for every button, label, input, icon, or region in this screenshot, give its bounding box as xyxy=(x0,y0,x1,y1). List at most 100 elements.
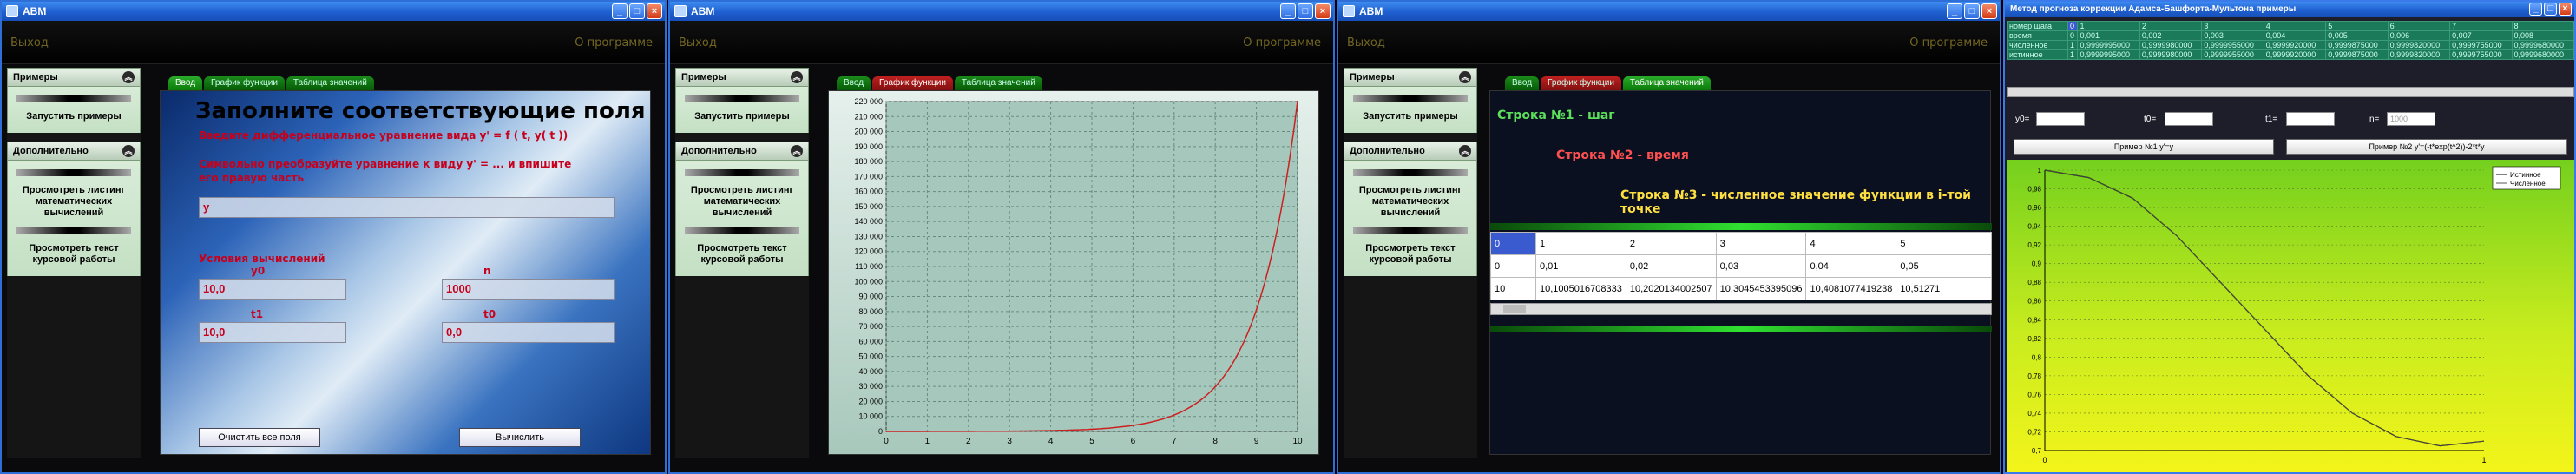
chevron-up-icon[interactable]: ︽ xyxy=(122,71,135,83)
chevron-up-icon[interactable]: ︽ xyxy=(1459,71,1471,83)
title-bar[interactable]: АВМ _ □ × xyxy=(1338,2,2000,21)
table-cell[interactable]: 10,4081077419238 xyxy=(1805,277,1897,300)
table-cell[interactable]: численное xyxy=(2007,40,2068,50)
table-cell[interactable]: истинное xyxy=(2007,49,2068,60)
table-cell[interactable]: 0,9999755000 xyxy=(2449,49,2513,60)
minimize-button[interactable]: _ xyxy=(1947,3,1962,19)
t1-field[interactable]: 10,0 xyxy=(199,322,346,343)
table-cell[interactable]: 0,001 xyxy=(2077,30,2140,41)
table-cell[interactable]: 3 xyxy=(2201,21,2264,31)
table-cell[interactable]: 10,1005016708333 xyxy=(1535,277,1626,300)
table-cell[interactable]: 0,9999995000 xyxy=(2077,49,2140,60)
tab-input[interactable]: Ввод xyxy=(168,76,203,90)
table-cell[interactable]: 1 xyxy=(2067,49,2079,60)
table-cell[interactable]: 0,01 xyxy=(1535,254,1626,278)
table-cell[interactable]: 0,9999820000 xyxy=(2387,40,2451,50)
table-cell[interactable]: 5 xyxy=(1896,232,1992,255)
view-listing-link[interactable]: Просмотреть листинг математических вычис… xyxy=(1348,180,1473,224)
title-bar[interactable]: Метод прогноза коррекции Адамса-Башфорта… xyxy=(2005,2,2574,17)
sidebar-section-additional[interactable]: Дополнительно ︽ xyxy=(7,142,141,161)
view-text-link[interactable]: Просмотреть текст курсовой работы xyxy=(680,238,805,271)
menu-exit[interactable]: Выход xyxy=(1347,36,1385,49)
table-cell[interactable]: 0,007 xyxy=(2449,30,2513,41)
table-cell[interactable]: 6 xyxy=(2387,21,2451,31)
tab-table[interactable]: Таблица значений xyxy=(954,76,1042,90)
chevron-up-icon[interactable]: ︽ xyxy=(1459,145,1471,157)
clear-button[interactable]: Очистить все поля xyxy=(199,428,320,447)
table-cell[interactable]: 0,006 xyxy=(2387,30,2451,41)
table-cell[interactable]: 0,004 xyxy=(2263,30,2327,41)
table-cell[interactable]: 10,51271 xyxy=(1896,277,1992,300)
close-button[interactable]: × xyxy=(647,3,662,19)
table-cell[interactable]: 0,05 xyxy=(1896,254,1992,278)
table-cell[interactable]: 0 xyxy=(1490,232,1536,255)
view-text-link[interactable]: Просмотреть текст курсовой работы xyxy=(11,238,136,271)
run-examples-link[interactable]: Запустить примеры xyxy=(1348,106,1473,128)
minimize-button[interactable]: _ xyxy=(612,3,628,19)
table-cell[interactable]: 0,9999980000 xyxy=(2139,49,2203,60)
run-examples-link[interactable]: Запустить примеры xyxy=(680,106,805,128)
table-cell[interactable]: 0,9999920000 xyxy=(2263,49,2327,60)
table-cell[interactable]: 10 xyxy=(1490,277,1536,300)
table-cell[interactable]: 0 xyxy=(1490,254,1536,278)
title-bar[interactable]: АВМ _ □ × xyxy=(670,2,1333,21)
run-examples-link[interactable]: Запустить примеры xyxy=(11,106,136,128)
table-cell[interactable]: 0,9999875000 xyxy=(2325,49,2389,60)
title-bar[interactable]: АВМ _ □ × xyxy=(2,2,665,21)
tab-chart[interactable]: График функции xyxy=(1541,76,1621,90)
minimize-button[interactable]: _ xyxy=(1280,3,1296,19)
table-cell[interactable]: 0,9999755000 xyxy=(2449,40,2513,50)
n-field[interactable]: 1000 xyxy=(442,279,615,300)
table-cell[interactable]: 0,9999680000 xyxy=(2511,49,2574,60)
maximize-button[interactable]: □ xyxy=(1964,3,1980,19)
maximize-button[interactable]: □ xyxy=(2544,3,2557,16)
close-button[interactable]: × xyxy=(2559,3,2572,16)
tab-chart[interactable]: График функции xyxy=(204,76,285,90)
menu-exit[interactable]: Выход xyxy=(10,36,49,49)
table-cell[interactable]: 0,002 xyxy=(2139,30,2203,41)
t0-input[interactable] xyxy=(2165,112,2213,126)
view-text-link[interactable]: Просмотреть текст курсовой работы xyxy=(1348,238,1473,271)
example-1-button[interactable]: Пример №1 y'=y xyxy=(2014,139,2274,155)
maximize-button[interactable]: □ xyxy=(1298,3,1313,19)
horizontal-scrollbar[interactable] xyxy=(2007,87,2574,97)
table-cell[interactable]: время xyxy=(2007,30,2068,41)
table-cell[interactable]: 2 xyxy=(1625,232,1717,255)
calculate-button[interactable]: Вычислить xyxy=(459,428,581,447)
table-cell[interactable]: 0,02 xyxy=(1625,254,1717,278)
table-cell[interactable]: 0,04 xyxy=(1805,254,1897,278)
table-cell[interactable]: 0,005 xyxy=(2325,30,2389,41)
sidebar-section-additional[interactable]: Дополнительно ︽ xyxy=(1344,142,1477,161)
table-cell[interactable]: 0 xyxy=(2067,30,2079,41)
view-listing-link[interactable]: Просмотреть листинг математических вычис… xyxy=(680,180,805,224)
table-cell[interactable]: 0,003 xyxy=(2201,30,2264,41)
table-cell[interactable]: 5 xyxy=(2325,21,2389,31)
table-cell[interactable]: 0,008 xyxy=(2511,30,2574,41)
table-cell[interactable]: 1 xyxy=(2077,21,2140,31)
scrollbar-thumb[interactable] xyxy=(1503,305,1526,313)
sidebar-section-examples[interactable]: Примеры ︽ xyxy=(7,68,141,87)
maximize-button[interactable]: □ xyxy=(629,3,645,19)
tab-input[interactable]: Ввод xyxy=(1505,76,1540,90)
table-cell[interactable]: 0,9999995000 xyxy=(2077,40,2140,50)
n-input[interactable]: 1000 xyxy=(2387,112,2435,126)
equation-input[interactable]: y xyxy=(199,197,615,218)
table-cell[interactable]: 0,03 xyxy=(1715,254,1807,278)
sidebar-section-examples[interactable]: Примеры ︽ xyxy=(675,68,809,87)
tab-input[interactable]: Ввод xyxy=(837,76,871,90)
menu-exit[interactable]: Выход xyxy=(679,36,717,49)
table-cell[interactable]: 0,9999920000 xyxy=(2263,40,2327,50)
sidebar-section-examples[interactable]: Примеры ︽ xyxy=(1344,68,1477,87)
table-cell[interactable]: 7 xyxy=(2449,21,2513,31)
table-cell[interactable]: 3 xyxy=(1715,232,1807,255)
tab-table[interactable]: Таблица значений xyxy=(1622,76,1711,90)
table-cell[interactable]: 0,9999955000 xyxy=(2201,49,2264,60)
table-cell[interactable]: 10,2020134002507 xyxy=(1625,277,1717,300)
chevron-up-icon[interactable]: ︽ xyxy=(122,145,135,157)
table-cell[interactable]: номер шага xyxy=(2007,21,2068,31)
y0-input[interactable] xyxy=(2036,112,2085,126)
view-listing-link[interactable]: Просмотреть листинг математических вычис… xyxy=(11,180,136,224)
close-button[interactable]: × xyxy=(1981,3,1997,19)
menu-about[interactable]: О программе xyxy=(1243,36,1321,49)
minimize-button[interactable]: _ xyxy=(2529,3,2542,16)
